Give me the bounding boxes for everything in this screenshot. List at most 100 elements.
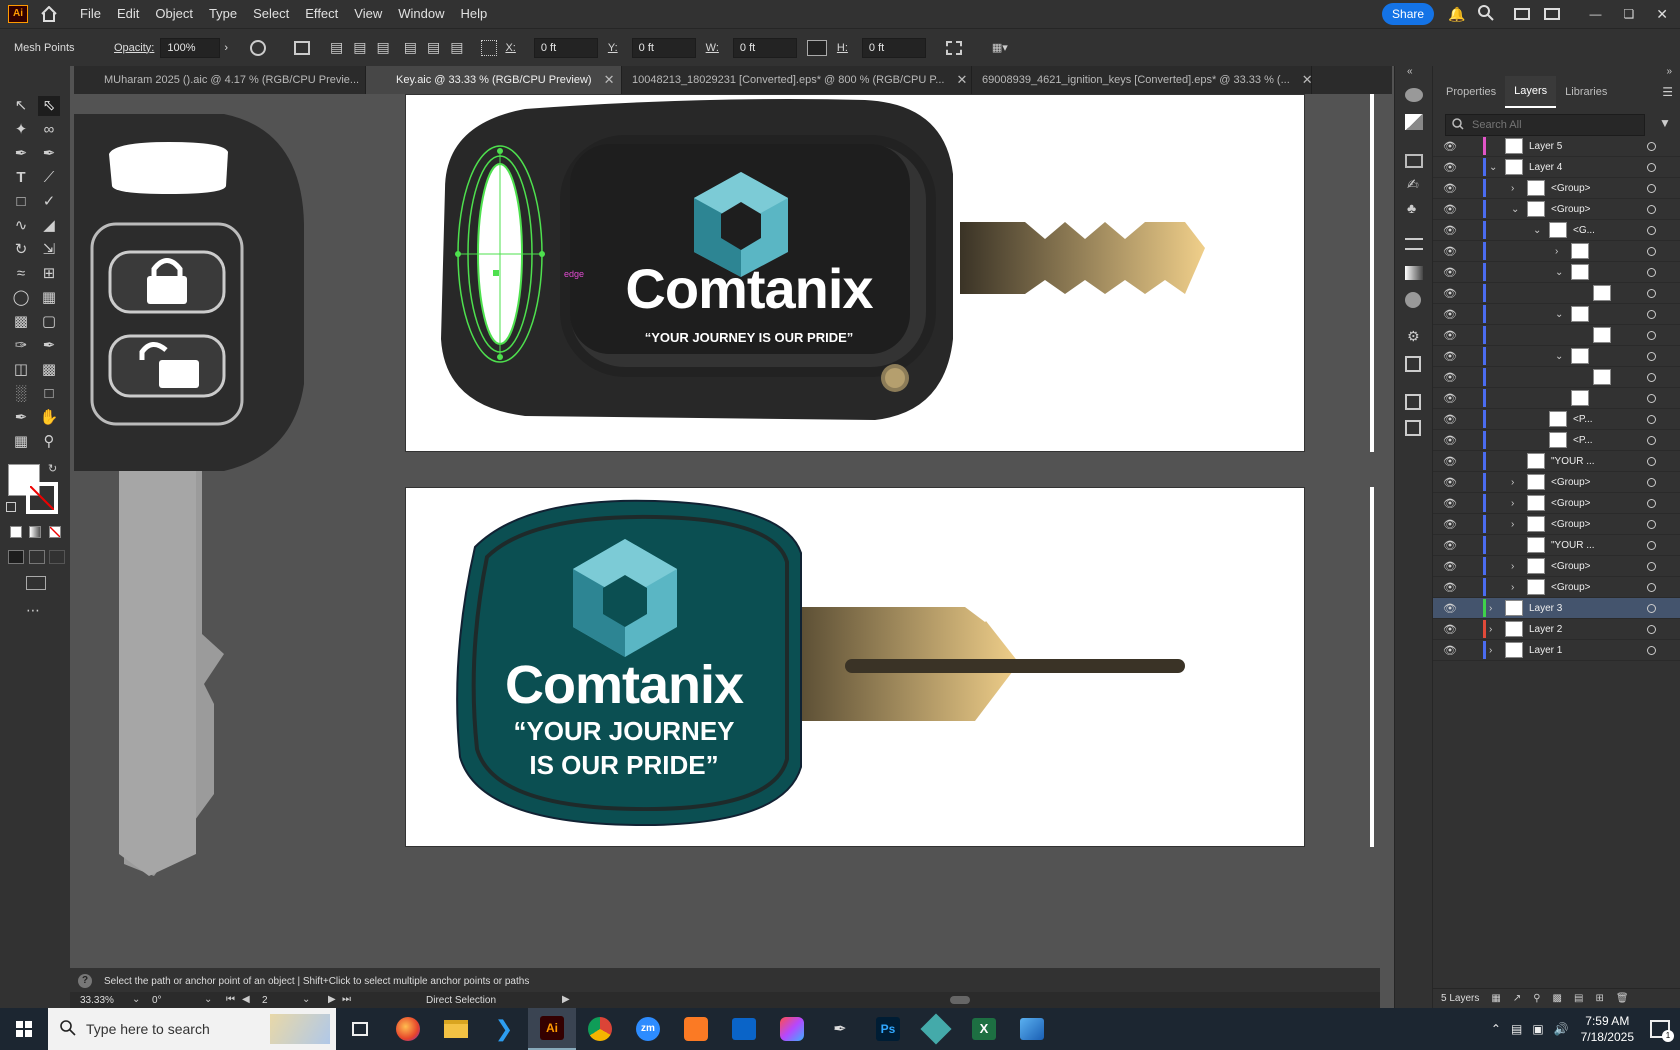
layer-row[interactable]: 👁 › Layer 2	[1433, 619, 1680, 640]
bell-icon[interactable]: 🔔	[1448, 6, 1465, 23]
next-artboard-icon[interactable]: ▶	[328, 994, 336, 1005]
clipping-mask-icon[interactable]: ▩	[1553, 993, 1562, 1004]
visibility-eye-icon[interactable]: 👁	[1443, 623, 1457, 636]
export-icon[interactable]	[1405, 394, 1421, 410]
layer-row[interactable]: 👁 › <Group>	[1433, 514, 1680, 535]
target-circle-icon[interactable]	[1647, 561, 1656, 571]
target-circle-icon[interactable]	[1647, 162, 1656, 172]
slice-tool-icon[interactable]: ✒	[10, 408, 32, 428]
arrange-documents-icon[interactable]	[1513, 8, 1530, 20]
layer-row[interactable]: 👁 ⌄	[1433, 346, 1680, 367]
align-top-icon[interactable]: ▤	[404, 39, 417, 56]
stroke-swatch[interactable]	[26, 482, 58, 514]
tab-layers[interactable]: Layers	[1505, 76, 1557, 108]
screen-mode-icon[interactable]	[26, 576, 46, 590]
target-circle-icon[interactable]	[1647, 645, 1656, 655]
locate-object-icon[interactable]: ▦	[1491, 993, 1500, 1004]
visibility-eye-icon[interactable]: 👁	[1443, 476, 1457, 489]
menu-window[interactable]: Window	[390, 0, 452, 28]
network-icon[interactable]: ▤	[1511, 1022, 1522, 1036]
free-transform-icon[interactable]: ⊞	[38, 264, 60, 284]
tab-10048213[interactable]: 10048213_18029231 [Converted].eps* @ 800…	[622, 66, 972, 94]
visibility-eye-icon[interactable]: 👁	[1443, 329, 1457, 342]
none-mode-icon[interactable]	[49, 526, 61, 538]
visibility-eye-icon[interactable]: 👁	[1443, 266, 1457, 279]
target-circle-icon[interactable]	[1647, 267, 1656, 277]
collapse-icon[interactable]: «	[1407, 66, 1413, 77]
vscode-icon[interactable]: ❯	[480, 1008, 528, 1050]
layer-row[interactable]: 👁 <P...	[1433, 430, 1680, 451]
chevron-right-icon[interactable]: ›	[1511, 582, 1514, 593]
chevron-right-icon[interactable]: ›	[1489, 645, 1492, 656]
graph-tool-icon[interactable]: ░	[10, 384, 32, 404]
link-proportions-icon[interactable]	[806, 39, 827, 56]
target-circle-icon[interactable]	[1647, 393, 1656, 403]
illustrator-icon[interactable]: Ai	[528, 1008, 576, 1050]
photos-icon[interactable]	[1008, 1008, 1056, 1050]
x-input[interactable]	[533, 37, 598, 58]
measure-icon[interactable]: ✒	[38, 336, 60, 356]
layer-row[interactable]: 👁 › <Group>	[1433, 556, 1680, 577]
recolor-icon[interactable]	[250, 39, 267, 56]
prev-artboard-icon[interactable]: ◀	[242, 994, 250, 1005]
target-circle-icon[interactable]	[1647, 372, 1656, 382]
lasso-icon[interactable]: ∞	[38, 120, 60, 140]
draw-normal-icon[interactable]	[8, 550, 24, 564]
edit-toolbar-icon[interactable]: ⋯	[26, 602, 40, 619]
target-circle-icon[interactable]	[1647, 498, 1656, 508]
isolate-icon[interactable]	[945, 40, 962, 55]
visibility-eye-icon[interactable]: 👁	[1443, 602, 1457, 615]
target-circle-icon[interactable]	[1647, 351, 1656, 361]
chevron-right-icon[interactable]: ›	[1555, 246, 1558, 257]
chevron-down-icon[interactable]: ⌄	[1555, 351, 1563, 362]
visibility-eye-icon[interactable]: 👁	[1443, 581, 1457, 594]
rectangle-tool-icon[interactable]: □	[10, 192, 32, 212]
layer-row[interactable]: 👁 ⌄ <Group>	[1433, 199, 1680, 220]
chevron-down-icon[interactable]: ⌄	[1511, 204, 1519, 215]
notification-icon[interactable]: 1	[1650, 1020, 1674, 1042]
visibility-eye-icon[interactable]: 👁	[1443, 497, 1457, 510]
target-circle-icon[interactable]	[1647, 330, 1656, 340]
layer-row[interactable]: 👁 › <Group>	[1433, 577, 1680, 598]
layer-row[interactable]: 👁 › <Group>	[1433, 178, 1680, 199]
align-right-icon[interactable]: ▤	[377, 39, 390, 56]
new-sublayer-icon[interactable]: ▤	[1574, 993, 1583, 1004]
app-icon[interactable]	[912, 1008, 960, 1050]
restore-icon[interactable]: ❏	[1624, 7, 1635, 21]
filter-icon[interactable]: ▼	[1659, 116, 1671, 130]
layers-search-input[interactable]	[1472, 119, 1632, 131]
stroke-icon[interactable]	[1405, 238, 1423, 250]
color-guide-icon[interactable]: ⚙	[1407, 328, 1420, 345]
layer-row[interactable]: 👁 ⌄ Layer 4	[1433, 157, 1680, 178]
visibility-eye-icon[interactable]: 👁	[1443, 413, 1457, 426]
transform-icon[interactable]	[294, 40, 311, 55]
chevron-right-icon[interactable]: ›	[1511, 183, 1514, 194]
gradient-tool-icon[interactable]: ▢	[38, 312, 60, 332]
draw-behind-icon[interactable]	[29, 550, 45, 564]
eyedropper-icon[interactable]: ✑	[10, 336, 32, 356]
scale-tool-icon[interactable]: ⇲	[38, 240, 60, 260]
menu-type[interactable]: Type	[201, 0, 245, 28]
menu-object[interactable]: Object	[147, 0, 201, 28]
close-tab-icon[interactable]: ✕	[956, 72, 967, 88]
workspace-icon[interactable]	[1543, 8, 1560, 20]
help-icon[interactable]: ?	[78, 974, 92, 988]
rotation-dropdown-icon[interactable]: ⌄	[204, 994, 212, 1005]
target-circle-icon[interactable]	[1647, 582, 1656, 592]
h-input[interactable]	[861, 37, 926, 58]
zoom-icon[interactable]: zm	[624, 1008, 672, 1050]
opacity-input[interactable]	[160, 37, 221, 58]
xampp-icon[interactable]	[672, 1008, 720, 1050]
target-circle-icon[interactable]	[1647, 225, 1656, 235]
align-center-icon[interactable]: ▤	[353, 39, 366, 56]
layer-row[interactable]: 👁	[1433, 367, 1680, 388]
layer-row[interactable]: 👁 ⌄ <G...	[1433, 220, 1680, 241]
layer-row[interactable]: 👁 ⌄	[1433, 304, 1680, 325]
appearance-icon[interactable]	[1405, 88, 1423, 102]
layer-row[interactable]: 👁 › <Group>	[1433, 472, 1680, 493]
file-explorer-icon[interactable]	[432, 1008, 480, 1050]
chevron-right-icon[interactable]: ›	[1489, 624, 1492, 635]
close-icon[interactable]: ✕	[1656, 6, 1668, 23]
color-mode-icon[interactable]	[10, 526, 22, 538]
export-selection-icon[interactable]: ↗	[1513, 993, 1521, 1004]
